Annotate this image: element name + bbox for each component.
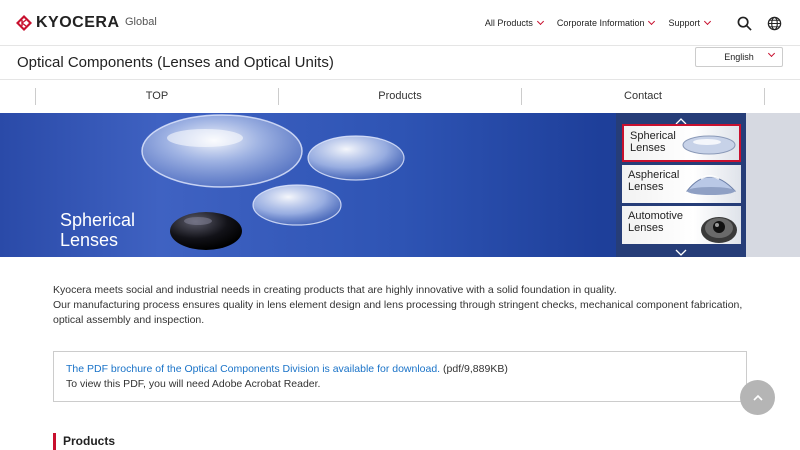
- hero-title-line2: Lenses: [60, 230, 119, 250]
- language-globe-button[interactable]: [764, 13, 784, 33]
- chevron-down-icon: [767, 49, 776, 58]
- top-navigation: All Products Corporate Information Suppo…: [485, 0, 800, 46]
- language-select-value: English: [724, 52, 754, 62]
- black-lens: [170, 212, 242, 250]
- language-select[interactable]: English: [695, 47, 783, 67]
- carousel-item-aspherical-lenses[interactable]: Aspherical Lenses: [622, 165, 741, 203]
- kyocera-logo[interactable]: KYOCERA: [16, 12, 120, 34]
- site-header: KYOCERA Global All Products Corporate In…: [0, 0, 800, 46]
- carousel-item-spherical-lenses[interactable]: Spherical Lenses: [622, 124, 741, 162]
- carousel-item-line2: Lenses: [628, 222, 664, 234]
- products-section-heading: Products: [53, 433, 115, 450]
- aspherical-lens-thumbnail-icon: [685, 175, 737, 195]
- nav-support-label: Support: [668, 18, 700, 28]
- nav-all-products-label: All Products: [484, 18, 533, 28]
- search-icon: [737, 16, 752, 31]
- pdf-reader-note: To view this PDF, you will need Adobe Ac…: [66, 378, 321, 390]
- page-title: Optical Components (Lenses and Optical U…: [17, 54, 334, 71]
- brand-name: KYOCERA: [36, 14, 120, 31]
- chevron-down-icon[interactable]: [675, 246, 687, 258]
- nav-corporate-information-label: Corporate Information: [556, 18, 645, 28]
- carousel-item-line1: Spherical: [630, 130, 676, 142]
- large-lens: [141, 114, 303, 188]
- subnav-products[interactable]: Products: [278, 88, 521, 105]
- nav-all-products[interactable]: All Products: [484, 17, 544, 28]
- pdf-brochure-link[interactable]: The PDF brochure of the Optical Componen…: [66, 363, 440, 375]
- intro-paragraph-1: Kyocera meets social and industrial need…: [53, 284, 617, 296]
- chevron-down-icon: [703, 17, 712, 26]
- automotive-lens-thumbnail-icon: [701, 217, 737, 243]
- carousel-item-line1: Aspherical: [628, 169, 680, 181]
- search-button[interactable]: [734, 13, 754, 33]
- medium-lens: [307, 135, 405, 181]
- page-title-bar: Optical Components (Lenses and Optical U…: [0, 46, 800, 80]
- subnav-top[interactable]: TOP: [35, 88, 278, 105]
- chevron-down-icon: [648, 17, 656, 26]
- carousel-item-line1: Automotive: [628, 210, 684, 222]
- carousel-item-label: Spherical Lenses: [630, 130, 676, 154]
- hero-title-line1: Spherical: [60, 210, 136, 230]
- pdf-download-box: The PDF brochure of the Optical Componen…: [53, 351, 747, 402]
- pdf-file-meta: (pdf/9,889KB): [443, 363, 508, 375]
- intro-text: Kyocera meets social and industrial need…: [53, 283, 753, 328]
- kyocera-logo-mark-icon: [16, 15, 32, 31]
- nav-support[interactable]: Support: [668, 17, 712, 28]
- carousel-item-label: Aspherical Lenses: [628, 169, 679, 193]
- nav-corporate-information[interactable]: Corporate Information: [556, 17, 656, 28]
- hero-right-panel: [740, 113, 800, 257]
- section-navigation: TOP Products Contact: [0, 80, 800, 113]
- globe-icon: [767, 16, 781, 30]
- product-carousel: Spherical Lenses Aspherical Lenses Autom…: [616, 113, 746, 257]
- chevron-up-icon: [752, 394, 763, 401]
- region-label[interactable]: Global: [125, 16, 157, 28]
- carousel-item-line2: Lenses: [630, 142, 666, 154]
- spherical-lens-thumbnail-icon: [682, 135, 736, 155]
- chevron-down-icon: [536, 17, 544, 26]
- subnav-contact[interactable]: Contact: [521, 88, 765, 105]
- scroll-to-top-button[interactable]: [740, 380, 775, 415]
- carousel-item-line2: Lenses: [628, 181, 664, 193]
- small-lens: [252, 184, 342, 226]
- intro-paragraph-2: Our manufacturing process ensures qualit…: [53, 299, 743, 326]
- carousel-item-automotive-lenses[interactable]: Automotive Lenses: [622, 206, 741, 244]
- hero-title: Spherical Lenses: [60, 210, 135, 250]
- carousel-item-label: Automotive Lenses: [628, 210, 683, 234]
